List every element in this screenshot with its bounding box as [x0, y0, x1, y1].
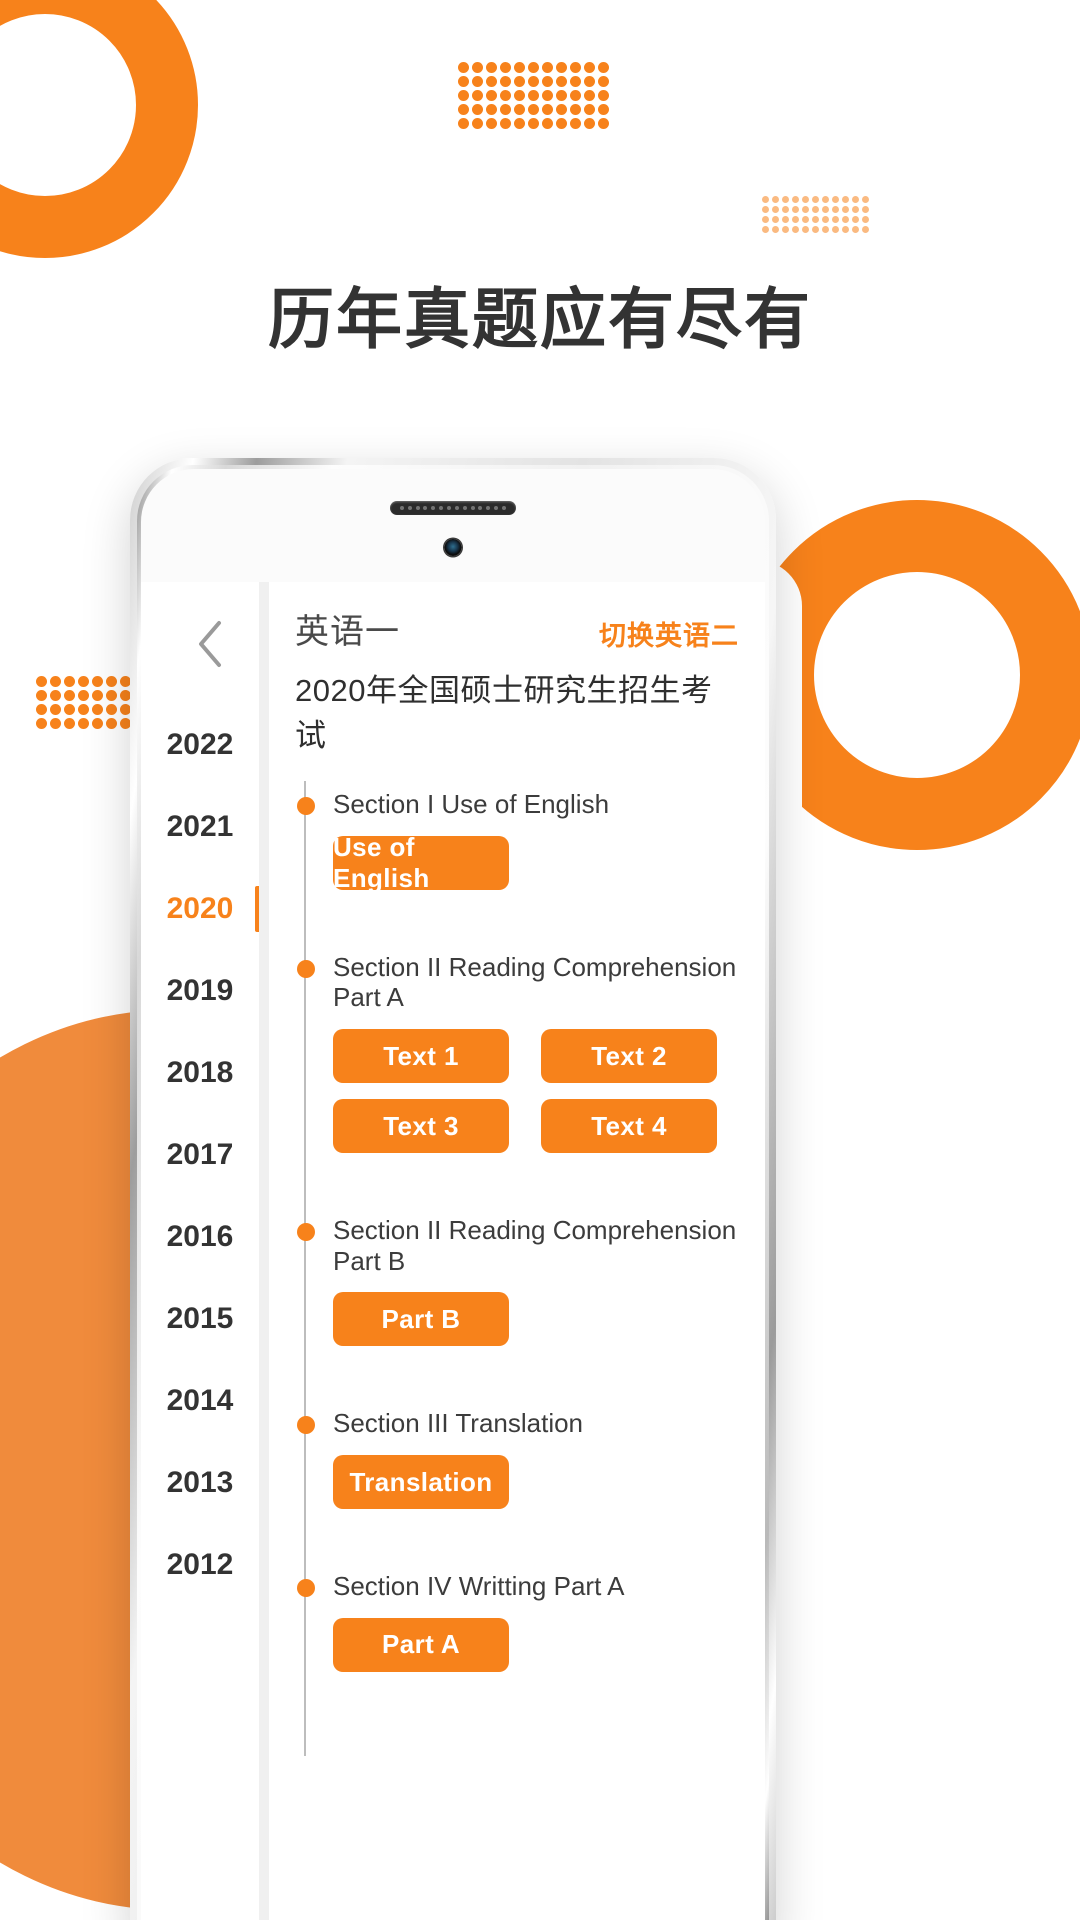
timeline-dot-icon — [297, 797, 315, 815]
year-label: 2014 — [166, 1384, 234, 1417]
chevron-left-icon[interactable] — [193, 617, 227, 671]
year-item-2022[interactable]: 2022 — [141, 704, 259, 786]
front-camera-icon — [444, 539, 462, 556]
section-timeline: Section I Use of English Use of English Se… — [295, 771, 739, 1756]
timeline-dot-icon — [297, 1223, 315, 1242]
year-item-2019[interactable]: 2019 — [141, 950, 259, 1032]
year-label: 2012 — [166, 1548, 234, 1581]
year-label: 2013 — [166, 1466, 234, 1499]
section-button[interactable]: Text 2 — [541, 1029, 717, 1084]
year-item-2017[interactable]: 2017 — [141, 1114, 259, 1196]
year-item-2021[interactable]: 2021 — [141, 786, 259, 868]
section-title: Section II Reading Comprehension Part A — [333, 951, 737, 1013]
year-label: 2016 — [166, 1220, 234, 1253]
year-label: 2020 — [166, 892, 234, 925]
section-button[interactable]: Part A — [333, 1617, 509, 1672]
year-item-2020[interactable]: 2020 — [141, 868, 259, 950]
switch-subject-button[interactable]: 切换英语二 — [599, 614, 739, 653]
year-sidebar[interactable]: 2022 2021 2020 2019 2018 2017 2016 2015 2014 2013… — [141, 582, 259, 1920]
section-button-row: Text 1 Text 2 — [329, 1029, 739, 1084]
section-list: Section I Use of English Use of English Se… — [297, 771, 739, 1716]
section-button-row: Text 3 Text 4 — [329, 1099, 739, 1154]
year-item-2015[interactable]: 2015 — [141, 1278, 259, 1360]
content-panel: 英语一 切换英语二 2020年全国硕士研究生招生考试 Section I Use… — [259, 582, 765, 1920]
year-item-2014[interactable]: 2014 — [141, 1360, 259, 1442]
section-button[interactable]: Text 3 — [333, 1099, 509, 1154]
app-header: 英语一 切换英语二 — [295, 604, 739, 653]
year-item-2016[interactable]: 2016 — [141, 1196, 259, 1278]
section-item: Section III Translation Translation — [297, 1390, 739, 1553]
timeline-dot-icon — [297, 959, 315, 978]
decor-ring-top-left — [0, 0, 198, 258]
section-button[interactable]: Translation — [333, 1455, 509, 1510]
year-label: 2021 — [166, 810, 234, 843]
decor-dot-grid-top — [458, 62, 612, 132]
year-item-2012[interactable]: 2012 — [141, 1524, 259, 1606]
year-label: 2022 — [166, 728, 234, 761]
decor-dot-grid-right — [762, 196, 872, 236]
page-title: 历年真题应有尽有 — [268, 281, 812, 358]
app-screen: 2022 2021 2020 2019 2018 2017 2016 2015 2014 2013… — [141, 582, 765, 1920]
phone-mockup: 2022 2021 2020 2019 2018 2017 2016 2015 2014 2013… — [130, 458, 776, 1920]
timeline-dot-icon — [297, 1416, 315, 1435]
section-button-row: Part B — [329, 1292, 739, 1347]
section-item: Section II Reading Comprehension Part B P… — [297, 1197, 739, 1390]
section-button[interactable]: Text 1 — [333, 1029, 509, 1084]
year-item-2013[interactable]: 2013 — [141, 1442, 259, 1524]
section-title: Section I Use of English — [333, 789, 610, 819]
timeline-dot-icon — [297, 1579, 315, 1598]
phone-screen: 2022 2021 2020 2019 2018 2017 2016 2015 2014 2013… — [141, 469, 765, 1920]
phone-bezel: 2022 2021 2020 2019 2018 2017 2016 2015 2014 2013… — [137, 465, 769, 1920]
section-item: Section IV Writting Part A Part A — [297, 1553, 739, 1716]
section-button[interactable]: Part B — [333, 1292, 509, 1347]
subject-label: 英语一 — [295, 613, 400, 651]
section-button-row: Translation — [329, 1455, 739, 1510]
section-button-row: Use of English — [329, 832, 739, 893]
earpiece-speaker-icon — [390, 501, 516, 515]
section-title: Section III Translation — [333, 1408, 584, 1439]
section-item: Section II Reading Comprehension Part A T… — [297, 934, 739, 1197]
year-label: 2019 — [166, 974, 234, 1007]
section-button-row: Part A — [329, 1617, 739, 1672]
content-panel-inner: 英语一 切换英语二 2020年全国硕士研究生招生考试 Section I Use… — [269, 582, 765, 1920]
section-title: Section II Reading Comprehension Part B — [333, 1215, 737, 1276]
timeline-line — [304, 781, 306, 1756]
section-button[interactable]: Text 4 — [541, 1099, 717, 1154]
year-item-2018[interactable]: 2018 — [141, 1032, 259, 1114]
exam-title: 2020年全国硕士研究生招生考试 — [295, 673, 713, 753]
year-label: 2018 — [166, 1056, 234, 1089]
year-label: 2017 — [166, 1138, 234, 1171]
section-title: Section IV Writting Part A — [333, 1571, 625, 1602]
year-label: 2015 — [166, 1302, 234, 1335]
section-item: Section I Use of English Use of English — [297, 771, 739, 934]
section-button[interactable]: Use of English — [333, 832, 509, 893]
promo-page: 历年真题应有尽有 2022 2021 2020 2019 2018 2017 2016 201… — [0, 0, 1080, 1920]
